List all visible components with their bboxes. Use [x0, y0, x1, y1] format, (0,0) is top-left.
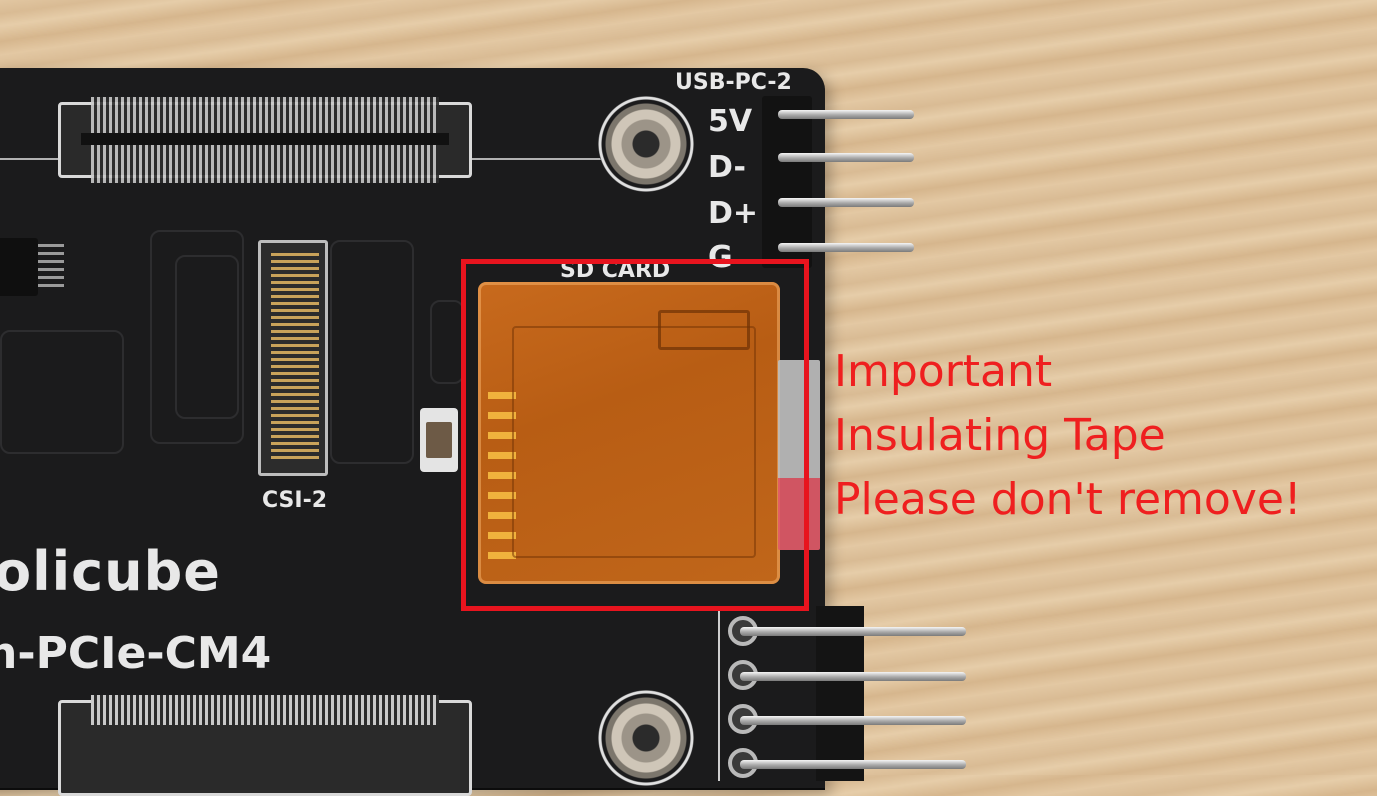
cm4-board-connector-top: [58, 97, 472, 183]
pcb-trace: [430, 300, 464, 384]
lower-header-pin: [740, 672, 966, 681]
usb-header-label: USB-PC-2: [675, 70, 792, 95]
pin-label-dminus: D-: [708, 150, 746, 185]
ic-chip: [0, 238, 64, 296]
header-pin-gnd: [778, 243, 914, 252]
lower-header-pin: [740, 760, 966, 769]
connector-pins: [91, 695, 439, 725]
pcb-trace: [0, 330, 124, 454]
header-pin-dplus: [778, 198, 914, 207]
annotation-line-2: Insulating Tape: [834, 410, 1166, 461]
connector-slot: [81, 133, 449, 145]
brand-logo-text: olicube: [0, 540, 221, 603]
highlight-box: [461, 259, 809, 611]
csi-pins: [271, 253, 319, 463]
capacitor: [420, 408, 458, 472]
header-pin-5v: [778, 110, 914, 119]
csi-2-connector: [258, 240, 328, 476]
pin-label-5v: 5V: [708, 104, 753, 139]
cm4-board-connector-bottom: [58, 695, 472, 796]
csi-2-label: CSI-2: [262, 488, 328, 513]
mounting-hole-top: [598, 96, 694, 192]
lower-header-pin: [740, 627, 966, 636]
board-model-label: n-PCIe-CM4: [0, 628, 272, 679]
pcb-trace: [330, 240, 414, 464]
photo-scene: USB-PC-2 5V D- D+ G SD CARD CSI-2 olicub…: [0, 0, 1377, 796]
annotation-line-3: Please don't remove!: [834, 474, 1302, 525]
ic-legs: [38, 244, 64, 290]
mounting-hole-bottom: [598, 690, 694, 786]
header-pin-dminus: [778, 153, 914, 162]
capacitor-body: [426, 422, 452, 458]
lower-header-pin: [740, 716, 966, 725]
annotation-line-1: Important: [834, 346, 1053, 397]
pcb-trace: [175, 255, 239, 419]
pin-label-dplus: D+: [708, 196, 759, 231]
